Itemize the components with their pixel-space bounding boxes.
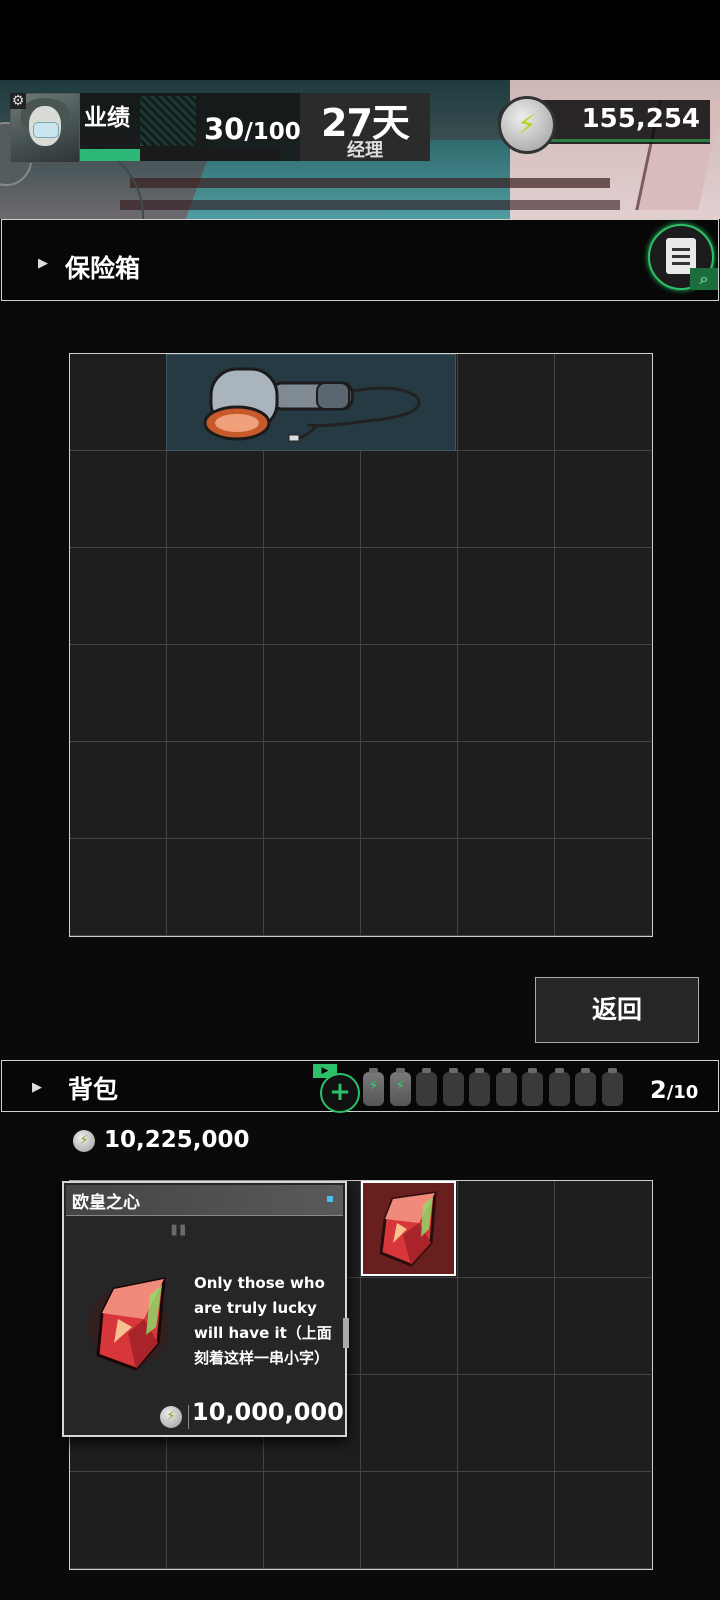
currency-balance: 155,254	[581, 104, 700, 134]
grid-cell[interactable]	[555, 354, 651, 451]
lightning-coin-icon: ⚡	[498, 96, 556, 154]
grid-cell[interactable]	[264, 645, 361, 742]
triangle-right-icon: ▶	[32, 1080, 42, 1095]
grid-cell[interactable]	[458, 451, 555, 548]
grid-cell[interactable]	[458, 1278, 555, 1375]
battery-empty-icon	[575, 1068, 596, 1106]
grid-cell[interactable]	[361, 548, 458, 645]
backpack-title: 背包	[68, 1075, 119, 1104]
grid-cell[interactable]	[70, 742, 167, 839]
grid-cell[interactable]	[458, 1472, 555, 1569]
grid-cell[interactable]	[264, 742, 361, 839]
wallet-balance: 10,225,000	[104, 1127, 250, 1153]
performance-total: /100	[244, 119, 301, 145]
expand-capacity-button[interactable]: +	[320, 1073, 360, 1113]
hair-dryer-icon	[203, 367, 421, 442]
settings-gear-icon[interactable]: ⚙	[10, 93, 26, 109]
grid-cell[interactable]	[555, 1472, 651, 1569]
lightning-coin-icon: ⚡	[73, 1130, 95, 1152]
grid-cell[interactable]	[167, 548, 264, 645]
grid-cell[interactable]	[555, 451, 651, 548]
log-search-button[interactable]: ⌕	[648, 224, 718, 290]
grid-cell[interactable]	[458, 1375, 555, 1472]
grid-cell[interactable]	[70, 548, 167, 645]
lightning-coin-icon: ⚡	[160, 1406, 182, 1428]
battery-empty-icon	[601, 1068, 623, 1106]
item-tooltip: 欧皇之心 " Only those who are truly lucky wi…	[62, 1181, 347, 1437]
gem-icon	[379, 1191, 437, 1267]
grid-cell[interactable]	[264, 548, 361, 645]
gem-icon	[88, 1277, 168, 1371]
grid-cell[interactable]	[361, 1375, 458, 1472]
grid-cell[interactable]	[361, 1472, 458, 1569]
battery-empty-icon	[416, 1068, 437, 1106]
grid-cell[interactable]	[70, 1472, 167, 1569]
performance-decoration	[140, 96, 196, 146]
grid-cell[interactable]	[458, 1181, 555, 1278]
grid-cell[interactable]	[458, 839, 555, 936]
grid-cell[interactable]	[167, 645, 264, 742]
grid-cell[interactable]	[555, 1181, 651, 1278]
grid-cell[interactable]	[264, 1472, 361, 1569]
tooltip-title-bar: 欧皇之心	[66, 1185, 343, 1216]
triangle-right-icon: ▶	[38, 256, 48, 271]
performance-label: 业绩	[84, 105, 130, 131]
item-description: Only those who are truly lucky will have…	[194, 1274, 332, 1367]
rank-title: 经理	[347, 140, 383, 161]
currency-underline	[540, 139, 710, 142]
battery-empty-icon	[495, 1068, 517, 1106]
grid-cell[interactable]	[555, 839, 651, 936]
price-separator	[188, 1405, 189, 1429]
performance-bar-fill	[80, 149, 140, 161]
grid-cell[interactable]	[555, 645, 651, 742]
grid-cell[interactable]	[70, 645, 167, 742]
quote-icon: "	[168, 1218, 189, 1264]
grid-cell[interactable]	[458, 742, 555, 839]
hair-dryer-item[interactable]	[166, 354, 456, 451]
back-button[interactable]: 返回	[535, 977, 699, 1043]
status-bar	[0, 0, 720, 80]
battery-full-icon	[389, 1068, 411, 1106]
grid-cell[interactable]	[361, 645, 458, 742]
battery-empty-icon	[522, 1068, 543, 1106]
performance-current: 30	[204, 112, 245, 146]
grid-cell[interactable]	[458, 645, 555, 742]
grid-cell[interactable]	[167, 1472, 264, 1569]
battery-empty-icon	[442, 1068, 464, 1106]
backpack-capacity: /10	[666, 1082, 699, 1103]
backpack-count: 2/10	[650, 1076, 698, 1104]
safe-title: 保险箱	[65, 254, 141, 283]
grid-cell[interactable]	[555, 1278, 651, 1375]
grid-cell[interactable]	[167, 451, 264, 548]
grid-cell[interactable]	[70, 451, 167, 548]
grid-cell[interactable]	[167, 742, 264, 839]
battery-empty-icon	[548, 1068, 570, 1106]
grid-cell[interactable]	[264, 839, 361, 936]
grid-cell[interactable]	[555, 548, 651, 645]
backpack-used: 2	[650, 1076, 667, 1104]
grid-cell[interactable]	[70, 839, 167, 936]
grid-cell[interactable]	[70, 354, 167, 451]
grid-cell[interactable]	[361, 839, 458, 936]
grid-cell[interactable]	[361, 451, 458, 548]
item-name: 欧皇之心	[72, 1193, 140, 1213]
lucky-heart-gem-item[interactable]	[361, 1181, 456, 1276]
grid-cell[interactable]	[458, 548, 555, 645]
magnifier-icon: ⌕	[690, 268, 718, 290]
performance-value: 30/100	[204, 112, 301, 146]
grid-cell[interactable]	[361, 742, 458, 839]
battery-empty-icon	[469, 1068, 490, 1106]
battery-full-icon	[363, 1068, 384, 1106]
grid-cell[interactable]	[167, 839, 264, 936]
tooltip-pointer	[343, 1318, 349, 1348]
grid-cell[interactable]	[264, 451, 361, 548]
grid-cell[interactable]	[361, 1278, 458, 1375]
item-price: 10,000,000	[192, 1398, 344, 1426]
rarity-marker	[327, 1196, 333, 1202]
grid-cell[interactable]	[555, 1375, 651, 1472]
grid-cell[interactable]	[458, 354, 555, 451]
grid-cell[interactable]	[555, 742, 651, 839]
